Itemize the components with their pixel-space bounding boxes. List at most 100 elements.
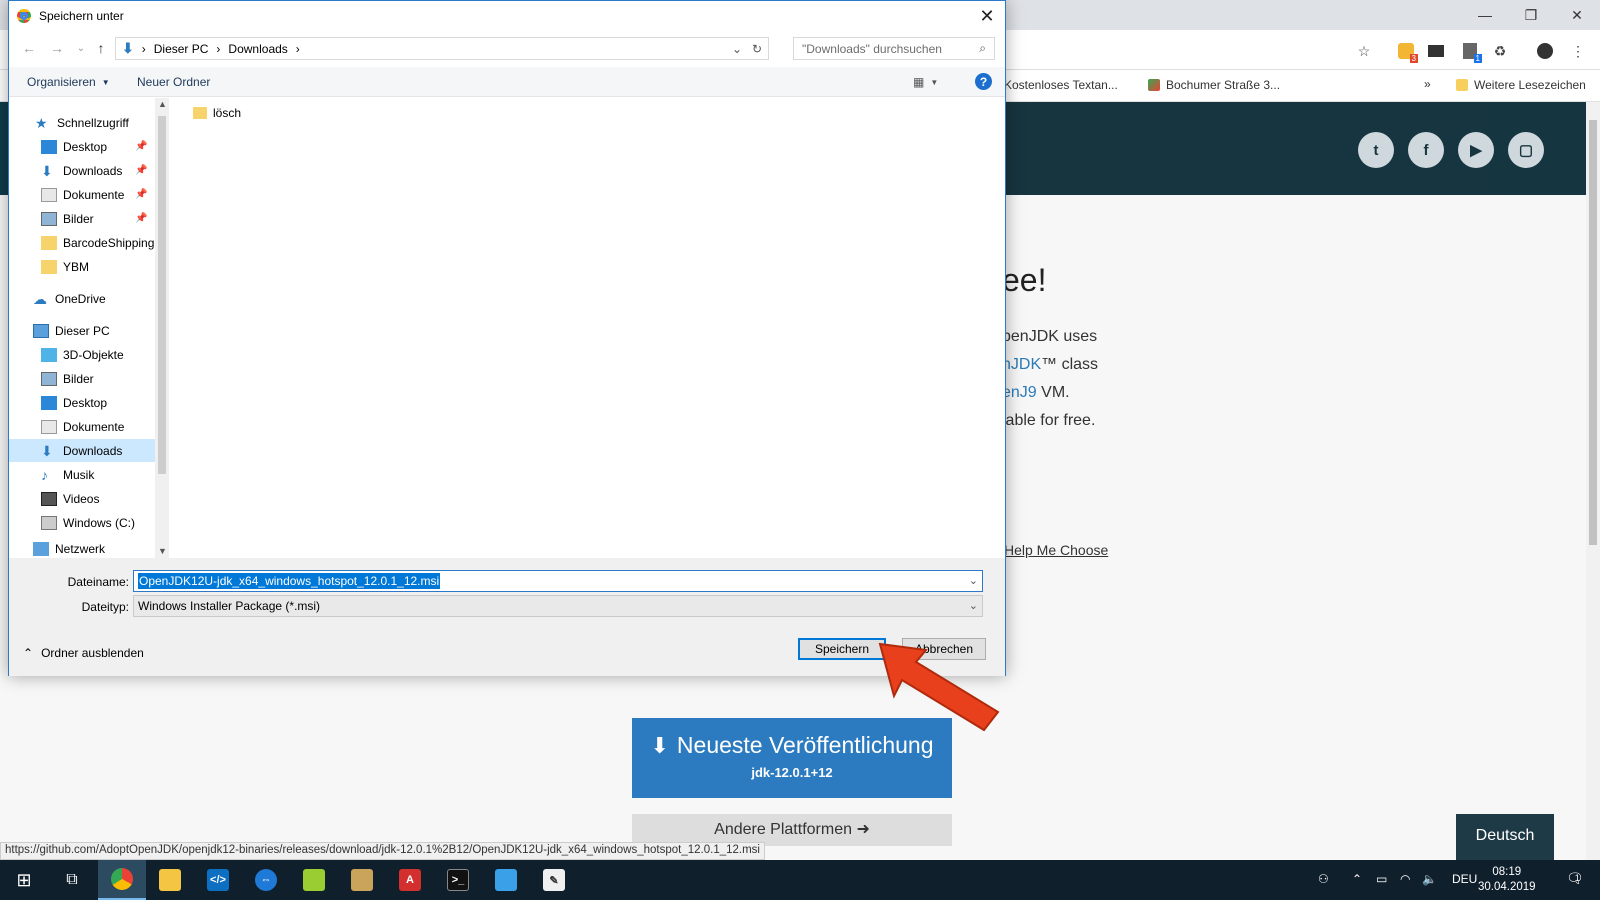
filetype-select[interactable]: Windows Installer Package (*.msi) ⌄: [133, 595, 983, 617]
dialog-close-icon[interactable]: ✕: [973, 3, 1001, 29]
openjdk-link[interactable]: nJDK: [1002, 356, 1041, 373]
twitter-icon[interactable]: t: [1358, 132, 1394, 168]
breadcrumb-downloads[interactable]: Downloads: [228, 42, 287, 56]
start-button[interactable]: ⊞: [0, 860, 48, 900]
up-icon[interactable]: ↑: [91, 38, 111, 58]
organize-button[interactable]: Organisieren ▼: [27, 75, 110, 89]
chevron-down-icon[interactable]: ⌄: [969, 574, 978, 587]
window-close-icon[interactable]: ✕: [1554, 0, 1600, 30]
filename-value: OpenJDK12U-jdk_x64_windows_hotspot_12.0.…: [138, 573, 441, 589]
nav-documents-quick[interactable]: Dokumente 📌: [9, 183, 155, 206]
nav-downloads[interactable]: ⬇ Downloads: [9, 439, 155, 462]
new-folder-button[interactable]: Neuer Ordner: [137, 75, 210, 89]
nav-music[interactable]: ♪ Musik: [9, 463, 155, 486]
teamviewer-icon: ⇔: [255, 869, 277, 891]
nav-pictures[interactable]: Bilder: [9, 367, 155, 390]
wifi-icon[interactable]: ◠: [1400, 872, 1410, 886]
pin-icon: 📌: [135, 213, 148, 224]
recycle-icon[interactable]: ♻: [1490, 41, 1510, 61]
minimize-icon[interactable]: —: [1462, 0, 1508, 30]
search-input[interactable]: "Downloads" durchsuchen ⌕: [793, 37, 995, 60]
system-clock[interactable]: 08:19 30.04.2019: [1478, 865, 1536, 895]
back-icon[interactable]: ←: [19, 38, 39, 58]
filetype-label: Dateityp:: [81, 600, 129, 614]
search-icon: ⌕: [979, 41, 986, 55]
taskbar-terminal[interactable]: >_: [434, 860, 482, 900]
nav-3d-objects[interactable]: 3D-Objekte: [9, 343, 155, 366]
nav-scroll-thumb[interactable]: [158, 116, 166, 474]
breadcrumb-this-pc[interactable]: Dieser PC: [154, 42, 209, 56]
taskbar-acrobat[interactable]: A: [386, 860, 434, 900]
page-scroll-thumb[interactable]: [1589, 120, 1597, 545]
other-bookmarks[interactable]: Weitere Lesezeichen: [1456, 78, 1586, 92]
taskbar-paint[interactable]: ✎: [530, 860, 578, 900]
maps-icon: [1148, 79, 1160, 91]
command-bar: Organisieren ▼ Neuer Ordner ▦ ▼ ?: [9, 67, 1005, 97]
nav-barcodeshipping[interactable]: BarcodeShipping: [9, 231, 155, 254]
drive-icon: [41, 515, 57, 530]
nav-onedrive[interactable]: ☁ OneDrive: [9, 287, 155, 310]
bookmark-overflow[interactable]: »: [1424, 77, 1431, 91]
chrome-menu-icon[interactable]: ⋮: [1568, 41, 1588, 61]
recent-dropdown-icon[interactable]: ⌄: [71, 38, 91, 58]
openj9-link[interactable]: enJ9: [1002, 384, 1037, 401]
bookmark-item[interactable]: Bochumer Straße 3...: [1148, 78, 1280, 92]
nav-windows-c[interactable]: Windows (C:): [9, 511, 155, 534]
nav-desktop[interactable]: Desktop 📌: [9, 135, 155, 158]
archive-icon: [351, 869, 373, 891]
hero-title: ee!: [1002, 262, 1047, 298]
scroll-down-icon[interactable]: ▼: [158, 546, 167, 556]
chrome-logo-icon: [17, 9, 31, 23]
tray-chevron-up-icon[interactable]: ⌃: [1352, 872, 1362, 886]
extension-menu-icon[interactable]: [1426, 41, 1446, 61]
bookmark-star-icon[interactable]: ☆: [1354, 41, 1374, 61]
help-icon[interactable]: ?: [975, 73, 992, 90]
taskbar-notepadpp[interactable]: [290, 860, 338, 900]
taskbar-chrome[interactable]: [98, 860, 146, 900]
navigation-pane: ★ Schnellzugriff Desktop 📌 ⬇ Downloads 📌 Dok…: [9, 98, 169, 558]
hide-folders-button[interactable]: ⌃ Ordner ausblenden: [23, 646, 144, 660]
taskbar-vscode[interactable]: </>: [194, 860, 242, 900]
list-item[interactable]: lösch: [193, 106, 241, 120]
taskbar-teamviewer[interactable]: ⇔: [242, 860, 290, 900]
extension-icon[interactable]: 3: [1396, 41, 1418, 63]
people-icon[interactable]: ⚇: [1318, 872, 1329, 886]
volume-muted-icon[interactable]: 🔈: [1422, 872, 1437, 886]
input-language[interactable]: DEU: [1452, 872, 1477, 886]
twitch-icon[interactable]: ▢: [1508, 132, 1544, 168]
taskbar-archive[interactable]: [338, 860, 386, 900]
address-bar[interactable]: ⬇ › Dieser PC › Downloads › ⌄ ↻: [115, 37, 769, 60]
profile-avatar[interactable]: [1535, 41, 1555, 61]
forward-icon[interactable]: →: [47, 38, 67, 58]
nav-ybm[interactable]: YBM: [9, 255, 155, 278]
taskbar-explorer[interactable]: [146, 860, 194, 900]
youtube-icon[interactable]: ▶: [1458, 132, 1494, 168]
restore-icon[interactable]: ❐: [1508, 0, 1554, 30]
save-as-dialog: Speichern unter ✕ ← → ⌄ ↑ ⬇ › Dieser PC …: [8, 0, 1006, 676]
hero-text-line: penJDK uses: [1002, 328, 1098, 345]
nav-desktop-pc[interactable]: Desktop: [9, 391, 155, 414]
help-me-choose-link[interactable]: Help Me Choose: [1004, 542, 1108, 558]
notification-center-icon[interactable]: 🗨1: [1566, 870, 1589, 887]
nav-documents[interactable]: Dokumente: [9, 415, 155, 438]
folder-icon: [1456, 79, 1468, 91]
taskbar-app-blue[interactable]: [482, 860, 530, 900]
scroll-up-icon[interactable]: ▲: [158, 99, 167, 109]
nav-pictures-quick[interactable]: Bilder 📌: [9, 207, 155, 230]
bookmark-item[interactable]: Kostenloses Textan...: [1004, 78, 1118, 92]
nav-network[interactable]: Netzwerk: [9, 542, 155, 558]
language-button[interactable]: Deutsch: [1456, 814, 1554, 860]
nav-videos[interactable]: Videos: [9, 487, 155, 510]
address-dropdown-icon[interactable]: ⌄: [732, 42, 742, 56]
refresh-icon[interactable]: ↻: [752, 42, 762, 56]
extension-icon-2[interactable]: 1: [1460, 41, 1482, 63]
nav-this-pc[interactable]: Dieser PC: [9, 319, 155, 342]
nav-downloads-quick[interactable]: ⬇ Downloads 📌: [9, 159, 155, 182]
battery-icon[interactable]: ▭: [1376, 872, 1387, 886]
view-options-icon[interactable]: ▦ ▼: [913, 75, 938, 89]
facebook-icon[interactable]: f: [1408, 132, 1444, 168]
filename-input[interactable]: OpenJDK12U-jdk_x64_windows_hotspot_12.0.…: [133, 570, 983, 592]
nav-quick-access[interactable]: ★ Schnellzugriff: [9, 111, 155, 134]
task-view-button[interactable]: ⧉: [48, 860, 96, 900]
document-icon: [41, 419, 57, 434]
